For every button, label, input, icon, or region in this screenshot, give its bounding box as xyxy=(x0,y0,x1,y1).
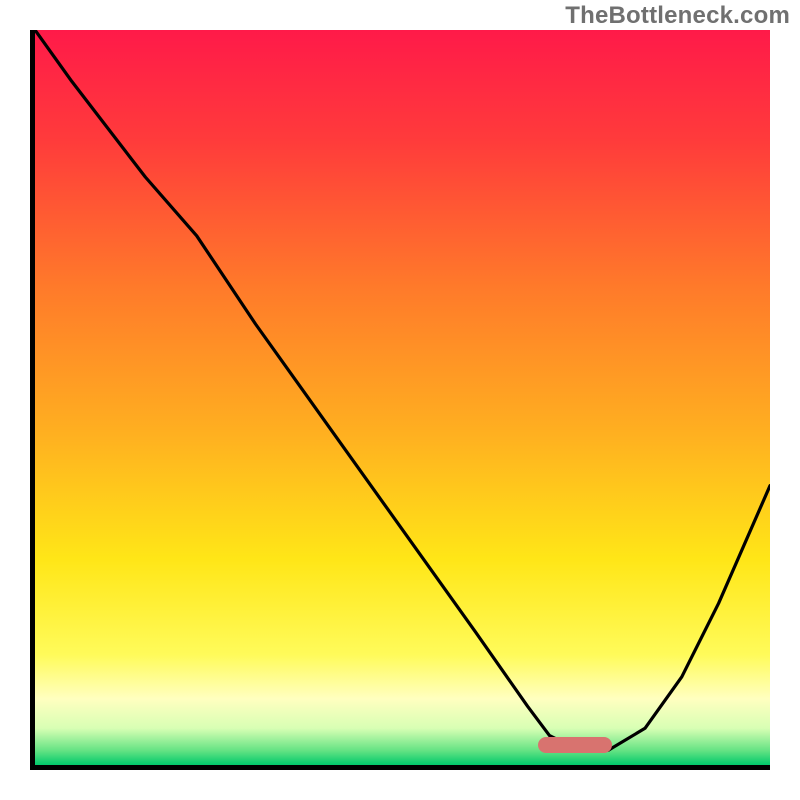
bottleneck-curve xyxy=(35,30,770,765)
optimal-range-marker xyxy=(538,737,612,753)
watermark-text: TheBottleneck.com xyxy=(565,2,790,30)
chart-stage: TheBottleneck.com xyxy=(0,0,800,800)
curve-path xyxy=(35,30,770,750)
plot-area xyxy=(30,30,770,770)
